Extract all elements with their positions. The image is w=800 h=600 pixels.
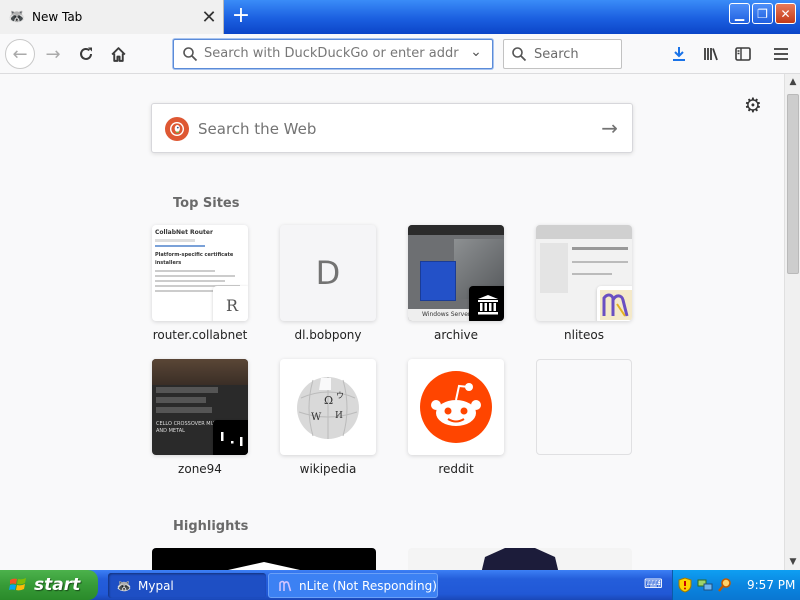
site-label: wikipedia (299, 462, 357, 476)
window-controls: ▁ ❐ ✕ (729, 3, 796, 24)
site-label: dl.bobpony (294, 328, 362, 342)
tab-close-icon[interactable]: ✕ (197, 5, 221, 29)
site-tile[interactable]: Windows Server 2 (408, 225, 504, 321)
top-site-archive[interactable]: Windows Server 2 archive (408, 225, 508, 342)
title-bar: 🦝 New Tab ✕ + ▁ ❐ ✕ (0, 0, 800, 34)
top-site-wikipedia[interactable]: Ω W И ウ wikipedia (280, 359, 380, 476)
highlight-card[interactable] (408, 548, 632, 570)
task-label: nLite (Not Responding) (299, 578, 437, 593)
highlight-card[interactable] (152, 548, 376, 570)
new-tab-button[interactable]: + (228, 4, 254, 30)
navigation-toolbar: ← → ⌄ Search (0, 34, 800, 74)
top-sites-heading: Top Sites (173, 196, 240, 211)
downloads-button[interactable] (664, 39, 694, 69)
site-label: nliteos (564, 328, 604, 342)
security-shield-icon[interactable] (677, 577, 693, 593)
scroll-thumb[interactable] (787, 94, 799, 274)
hamburger-menu-icon (774, 48, 788, 60)
arrow-right-icon[interactable]: → (601, 116, 618, 140)
restore-button[interactable]: ❐ (752, 3, 773, 24)
svg-text:Ω: Ω (324, 394, 333, 407)
site-tile[interactable]: Ω W И ウ (280, 359, 376, 455)
taskbar: start 🦝 Mypal nLite (Not Responding) ⌨ 9… (0, 570, 800, 600)
start-label: start (34, 575, 81, 595)
menu-button[interactable] (766, 39, 796, 69)
search-placeholder: Search (534, 47, 579, 62)
site-badge: R (213, 286, 248, 321)
close-window-button[interactable]: ✕ (775, 3, 796, 24)
site-tile[interactable]: D (280, 225, 376, 321)
web-search-placeholder: Search the Web (198, 120, 317, 138)
tab-new-tab[interactable]: 🦝 New Tab ✕ (0, 0, 224, 34)
top-site-dl-bobpony[interactable]: D dl.bobpony (280, 225, 380, 342)
forward-button[interactable]: → (38, 39, 68, 69)
library-button[interactable] (696, 39, 726, 69)
mypal-favicon-icon: 🦝 (8, 9, 26, 25)
scroll-down-icon[interactable]: ▼ (785, 554, 800, 570)
site-letter: D (315, 254, 341, 292)
home-icon (110, 46, 126, 62)
url-input[interactable] (204, 46, 459, 61)
top-site-nliteos[interactable]: nliteos (536, 225, 636, 342)
web-search-box[interactable]: Search the Web → (151, 103, 633, 153)
search-icon (512, 47, 527, 62)
top-site-router-collabnet[interactable]: CollabNet Router Platform-specific certi… (152, 225, 252, 342)
clock: 9:57 PM (747, 578, 796, 592)
search-bar[interactable]: Search (503, 39, 622, 69)
keyboard-icon[interactable]: ⌨ (644, 577, 663, 593)
search-icon (183, 47, 198, 62)
mypal-icon: 🦝 (116, 578, 132, 593)
taskbar-item-mypal[interactable]: 🦝 Mypal (108, 573, 266, 598)
site-tile[interactable]: CELLO CROSSOVER MU AND METAL (152, 359, 248, 455)
svg-text:ウ: ウ (336, 391, 344, 400)
site-label: zone94 (178, 462, 222, 476)
nlite-logo-icon (597, 286, 632, 321)
zone94-logo-icon (213, 420, 248, 455)
reddit-logo-icon (420, 371, 492, 443)
sidebar-icon (735, 47, 751, 61)
gear-icon[interactable]: ⚙ (742, 94, 764, 116)
reload-button[interactable] (71, 39, 101, 69)
site-tile[interactable] (536, 225, 632, 321)
url-bar[interactable]: ⌄ (173, 39, 493, 69)
top-site-zone94[interactable]: CELLO CROSSOVER MU AND METAL zone94 (152, 359, 252, 476)
svg-text:И: И (335, 411, 343, 421)
task-label: Mypal (138, 578, 174, 593)
site-tile[interactable]: CollabNet Router Platform-specific certi… (152, 225, 248, 321)
svg-text:W: W (311, 412, 322, 423)
minimize-button[interactable]: ▁ (729, 3, 750, 24)
archive-building-icon (469, 286, 504, 321)
download-icon (673, 47, 685, 61)
top-site-empty[interactable] (536, 359, 636, 462)
scroll-up-icon[interactable]: ▲ (785, 74, 800, 90)
top-site-reddit[interactable]: reddit (408, 359, 508, 476)
duckduckgo-logo-icon (165, 117, 189, 141)
start-button[interactable]: start (0, 570, 98, 600)
library-icon (703, 48, 718, 61)
windows-flag-icon (8, 576, 28, 594)
search-icon[interactable] (717, 577, 733, 593)
network-icon[interactable] (697, 577, 713, 593)
nlite-icon (277, 578, 293, 594)
sidebar-button[interactable] (728, 39, 758, 69)
system-tray: 9:57 PM (672, 570, 800, 600)
chevron-down-icon[interactable]: ⌄ (466, 44, 486, 64)
site-label: reddit (438, 462, 474, 476)
reload-icon (80, 47, 92, 60)
home-button[interactable] (103, 39, 133, 69)
empty-site-slot[interactable] (536, 359, 632, 455)
site-tile[interactable] (408, 359, 504, 455)
taskbar-item-nlite[interactable]: nLite (Not Responding) (268, 573, 438, 598)
wikipedia-globe-icon: Ω W И ウ (297, 377, 359, 439)
page-scrollbar[interactable]: ▲ ▼ (784, 74, 800, 570)
highlights-heading: Highlights (173, 519, 249, 534)
site-label: router.collabnet (152, 328, 248, 342)
site-label: archive (433, 328, 479, 342)
tab-title: New Tab (32, 10, 83, 24)
back-button[interactable]: ← (5, 39, 35, 69)
new-tab-page: ⚙ Search the Web → Top Sites CollabNet R… (0, 74, 784, 570)
